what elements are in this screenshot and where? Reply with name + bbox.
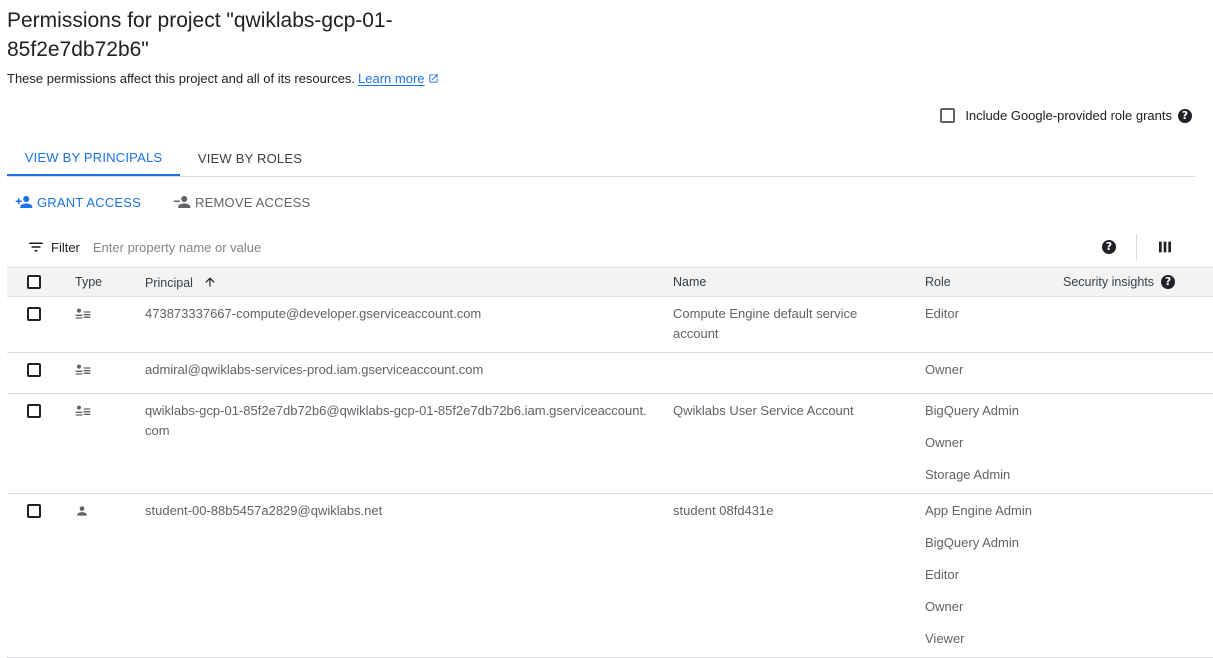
tab-view-by-principals[interactable]: VIEW BY PRINCIPALS: [7, 140, 180, 176]
role-item: Owner: [925, 362, 964, 377]
subtitle-text: These permissions affect this project an…: [7, 71, 356, 86]
type-cell: [75, 352, 145, 394]
name-cell: student 08fd431e: [673, 493, 925, 658]
permissions-table: Type Principal Name Role Security insigh…: [7, 267, 1213, 658]
role-item: App Engine Admin: [925, 503, 1032, 518]
learn-more-link[interactable]: Learn more: [358, 71, 438, 86]
principal-cell: student-00-88b5457a2829@qwiklabs.net: [145, 493, 673, 658]
row-checkbox[interactable]: [27, 404, 41, 418]
role-cell: BigQuery Admin Owner Storage Admin: [925, 393, 1063, 494]
sort-ascending-icon[interactable]: [203, 275, 217, 289]
header-principal[interactable]: Principal: [145, 267, 673, 297]
header-name: Name: [673, 267, 925, 297]
table-row: qwiklabs-gcp-01-85f2e7db72b6@qwiklabs-gc…: [7, 393, 1213, 494]
name-cell: [673, 352, 925, 394]
type-cell: [75, 493, 145, 658]
page-subtitle: These permissions affect this project an…: [7, 71, 439, 86]
remove-access-button[interactable]: REMOVE ACCESS: [173, 193, 310, 211]
role-item: Editor: [925, 567, 959, 582]
page-title: Permissions for project "qwiklabs-gcp-01…: [7, 9, 393, 61]
row-checkbox-cell: [7, 493, 75, 658]
security-insights-help-icon[interactable]: ?: [1161, 275, 1176, 289]
role-item: Owner: [925, 599, 964, 614]
row-checkbox[interactable]: [27, 363, 41, 377]
person-icon: [77, 506, 87, 516]
header-checkbox-cell: [7, 267, 75, 297]
service-account-icon: [75, 364, 91, 375]
role-item: Viewer: [925, 631, 965, 646]
table-row: admiral@qwiklabs-services-prod.iam.gserv…: [7, 352, 1213, 394]
row-checkbox-cell: [7, 393, 75, 494]
security-insights-cell: [1063, 493, 1213, 658]
header-role: Role: [925, 267, 1063, 297]
include-google-grants: Include Google-provided role grants ?: [940, 108, 1192, 123]
table-row: student-00-88b5457a2829@qwiklabs.net stu…: [7, 493, 1213, 658]
grant-access-button[interactable]: GRANT ACCESS: [15, 193, 141, 211]
remove-person-icon: [173, 196, 191, 208]
remove-access-label: REMOVE ACCESS: [195, 194, 311, 210]
include-google-grants-label: Include Google-provided role grants: [965, 108, 1172, 123]
header-type: Type: [75, 267, 145, 297]
security-insights-cell: [1063, 393, 1213, 494]
select-all-checkbox[interactable]: [27, 275, 41, 290]
column-display-icon[interactable]: [1157, 239, 1173, 255]
service-account-icon: [75, 308, 91, 319]
row-checkbox-cell: [7, 296, 75, 353]
role-item: Storage Admin: [925, 467, 1011, 482]
principal-cell: 473873337667-compute@developer.gservicea…: [145, 296, 673, 353]
learn-more-label: Learn more: [358, 71, 425, 86]
row-checkbox[interactable]: [27, 307, 41, 321]
role-cell: Owner: [925, 352, 1063, 394]
filter-tools: ?: [1102, 230, 1195, 264]
name-cell: Qwiklabs User Service Account: [673, 393, 925, 494]
type-cell: [75, 393, 145, 494]
service-account-icon: [75, 405, 91, 416]
divider: [1136, 234, 1137, 260]
external-link-icon: [428, 74, 438, 83]
role-cell: Editor: [925, 296, 1063, 353]
filter-input[interactable]: [92, 239, 593, 255]
action-bar: GRANT ACCESS REMOVE ACCESS: [15, 193, 310, 211]
grant-access-label: GRANT ACCESS: [37, 194, 142, 210]
type-cell: [75, 296, 145, 353]
include-google-grants-checkbox[interactable]: [940, 108, 956, 123]
add-person-icon: [15, 196, 33, 208]
header-principal-label: Principal: [145, 275, 193, 290]
table-row: 473873337667-compute@developer.gservicea…: [7, 296, 1213, 353]
role-item: BigQuery Admin: [925, 403, 1019, 418]
table-help-icon[interactable]: ?: [1102, 240, 1116, 254]
role-item: Owner: [925, 435, 964, 450]
row-checkbox-cell: [7, 352, 75, 394]
role-item: Editor: [925, 306, 959, 321]
tab-view-by-roles[interactable]: VIEW BY ROLES: [180, 140, 320, 176]
filter-bar: Filter ?: [7, 230, 1195, 264]
table-header: Type Principal Name Role Security insigh…: [7, 267, 1213, 297]
filter-icon[interactable]: [27, 238, 45, 256]
principal-cell: admiral@qwiklabs-services-prod.iam.gserv…: [145, 352, 673, 394]
principal-cell: qwiklabs-gcp-01-85f2e7db72b6@qwiklabs-gc…: [145, 393, 673, 494]
security-insights-cell: [1063, 296, 1213, 353]
header-security-insights-label: Security insights: [1063, 275, 1155, 289]
security-insights-cell: [1063, 352, 1213, 394]
row-checkbox[interactable]: [27, 504, 41, 518]
filter-label: Filter: [51, 239, 80, 255]
role-cell: App Engine Admin BigQuery Admin Editor O…: [925, 493, 1063, 658]
view-tabs: VIEW BY PRINCIPALS VIEW BY ROLES: [7, 140, 1195, 177]
name-cell: Compute Engine default service account: [673, 296, 925, 353]
header-security-insights: Security insights ?: [1063, 267, 1213, 297]
role-item: BigQuery Admin: [925, 535, 1019, 550]
help-icon[interactable]: ?: [1178, 108, 1192, 123]
